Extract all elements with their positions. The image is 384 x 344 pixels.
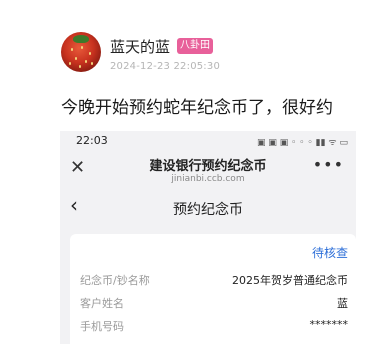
page-title: 预约纪念币: [173, 202, 243, 218]
seed: [91, 62, 93, 65]
phone-status-bar: 22:03 ▣ ▣ ▣ ◦ ◦ ◦ ▮▮ ᯤ ▭: [60, 131, 356, 153]
forum-badge[interactable]: 八卦田: [177, 38, 213, 54]
status-time: 22:03: [76, 134, 108, 147]
embedded-screenshot[interactable]: 22:03 ▣ ▣ ▣ ◦ ◦ ◦ ▮▮ ᯤ ▭ ✕ 建设银行预约纪念币 jin…: [60, 131, 356, 344]
seed: [85, 60, 87, 63]
seed: [75, 57, 77, 60]
username[interactable]: 蓝天的蓝: [110, 36, 170, 57]
row-value: 蓝: [337, 297, 348, 310]
seed: [69, 62, 71, 65]
seed: [79, 65, 81, 68]
row-label: 纪念币/钞名称: [80, 274, 150, 287]
strawberry-leaf: [73, 35, 89, 43]
post-text: 今晚开始预约蛇年纪念币了，很好约: [61, 98, 333, 118]
more-icon[interactable]: •••: [313, 155, 344, 174]
row-value: 2025年贺岁普通纪念币: [232, 274, 348, 287]
row-label: 客户姓名: [80, 297, 124, 310]
seed: [81, 46, 83, 49]
seed: [71, 48, 73, 51]
seed: [89, 52, 91, 55]
avatar[interactable]: [61, 32, 101, 72]
status-badge: 待核查: [311, 246, 348, 260]
status-icons: ▣ ▣ ▣ ◦ ◦ ◦ ▮▮ ᯤ ▭: [257, 138, 348, 148]
post-timestamp: 2024-12-23 22:05:30: [110, 61, 221, 72]
page-nav-bar: ‹ 预约纪念币: [60, 187, 356, 227]
reservation-card: 待核查 纪念币/钞名称 2025年贺岁普通纪念币 客户姓名 蓝 手机号码 ***…: [70, 234, 356, 344]
browser-title: 建设银行预约纪念币: [149, 159, 267, 174]
row-value: *******: [309, 318, 349, 331]
browser-header: ✕ 建设银行预约纪念币 jinianbi.ccb.com •••: [60, 153, 356, 187]
browser-url: jinianbi.ccb.com: [171, 174, 245, 184]
row-label: 手机号码: [80, 320, 124, 333]
